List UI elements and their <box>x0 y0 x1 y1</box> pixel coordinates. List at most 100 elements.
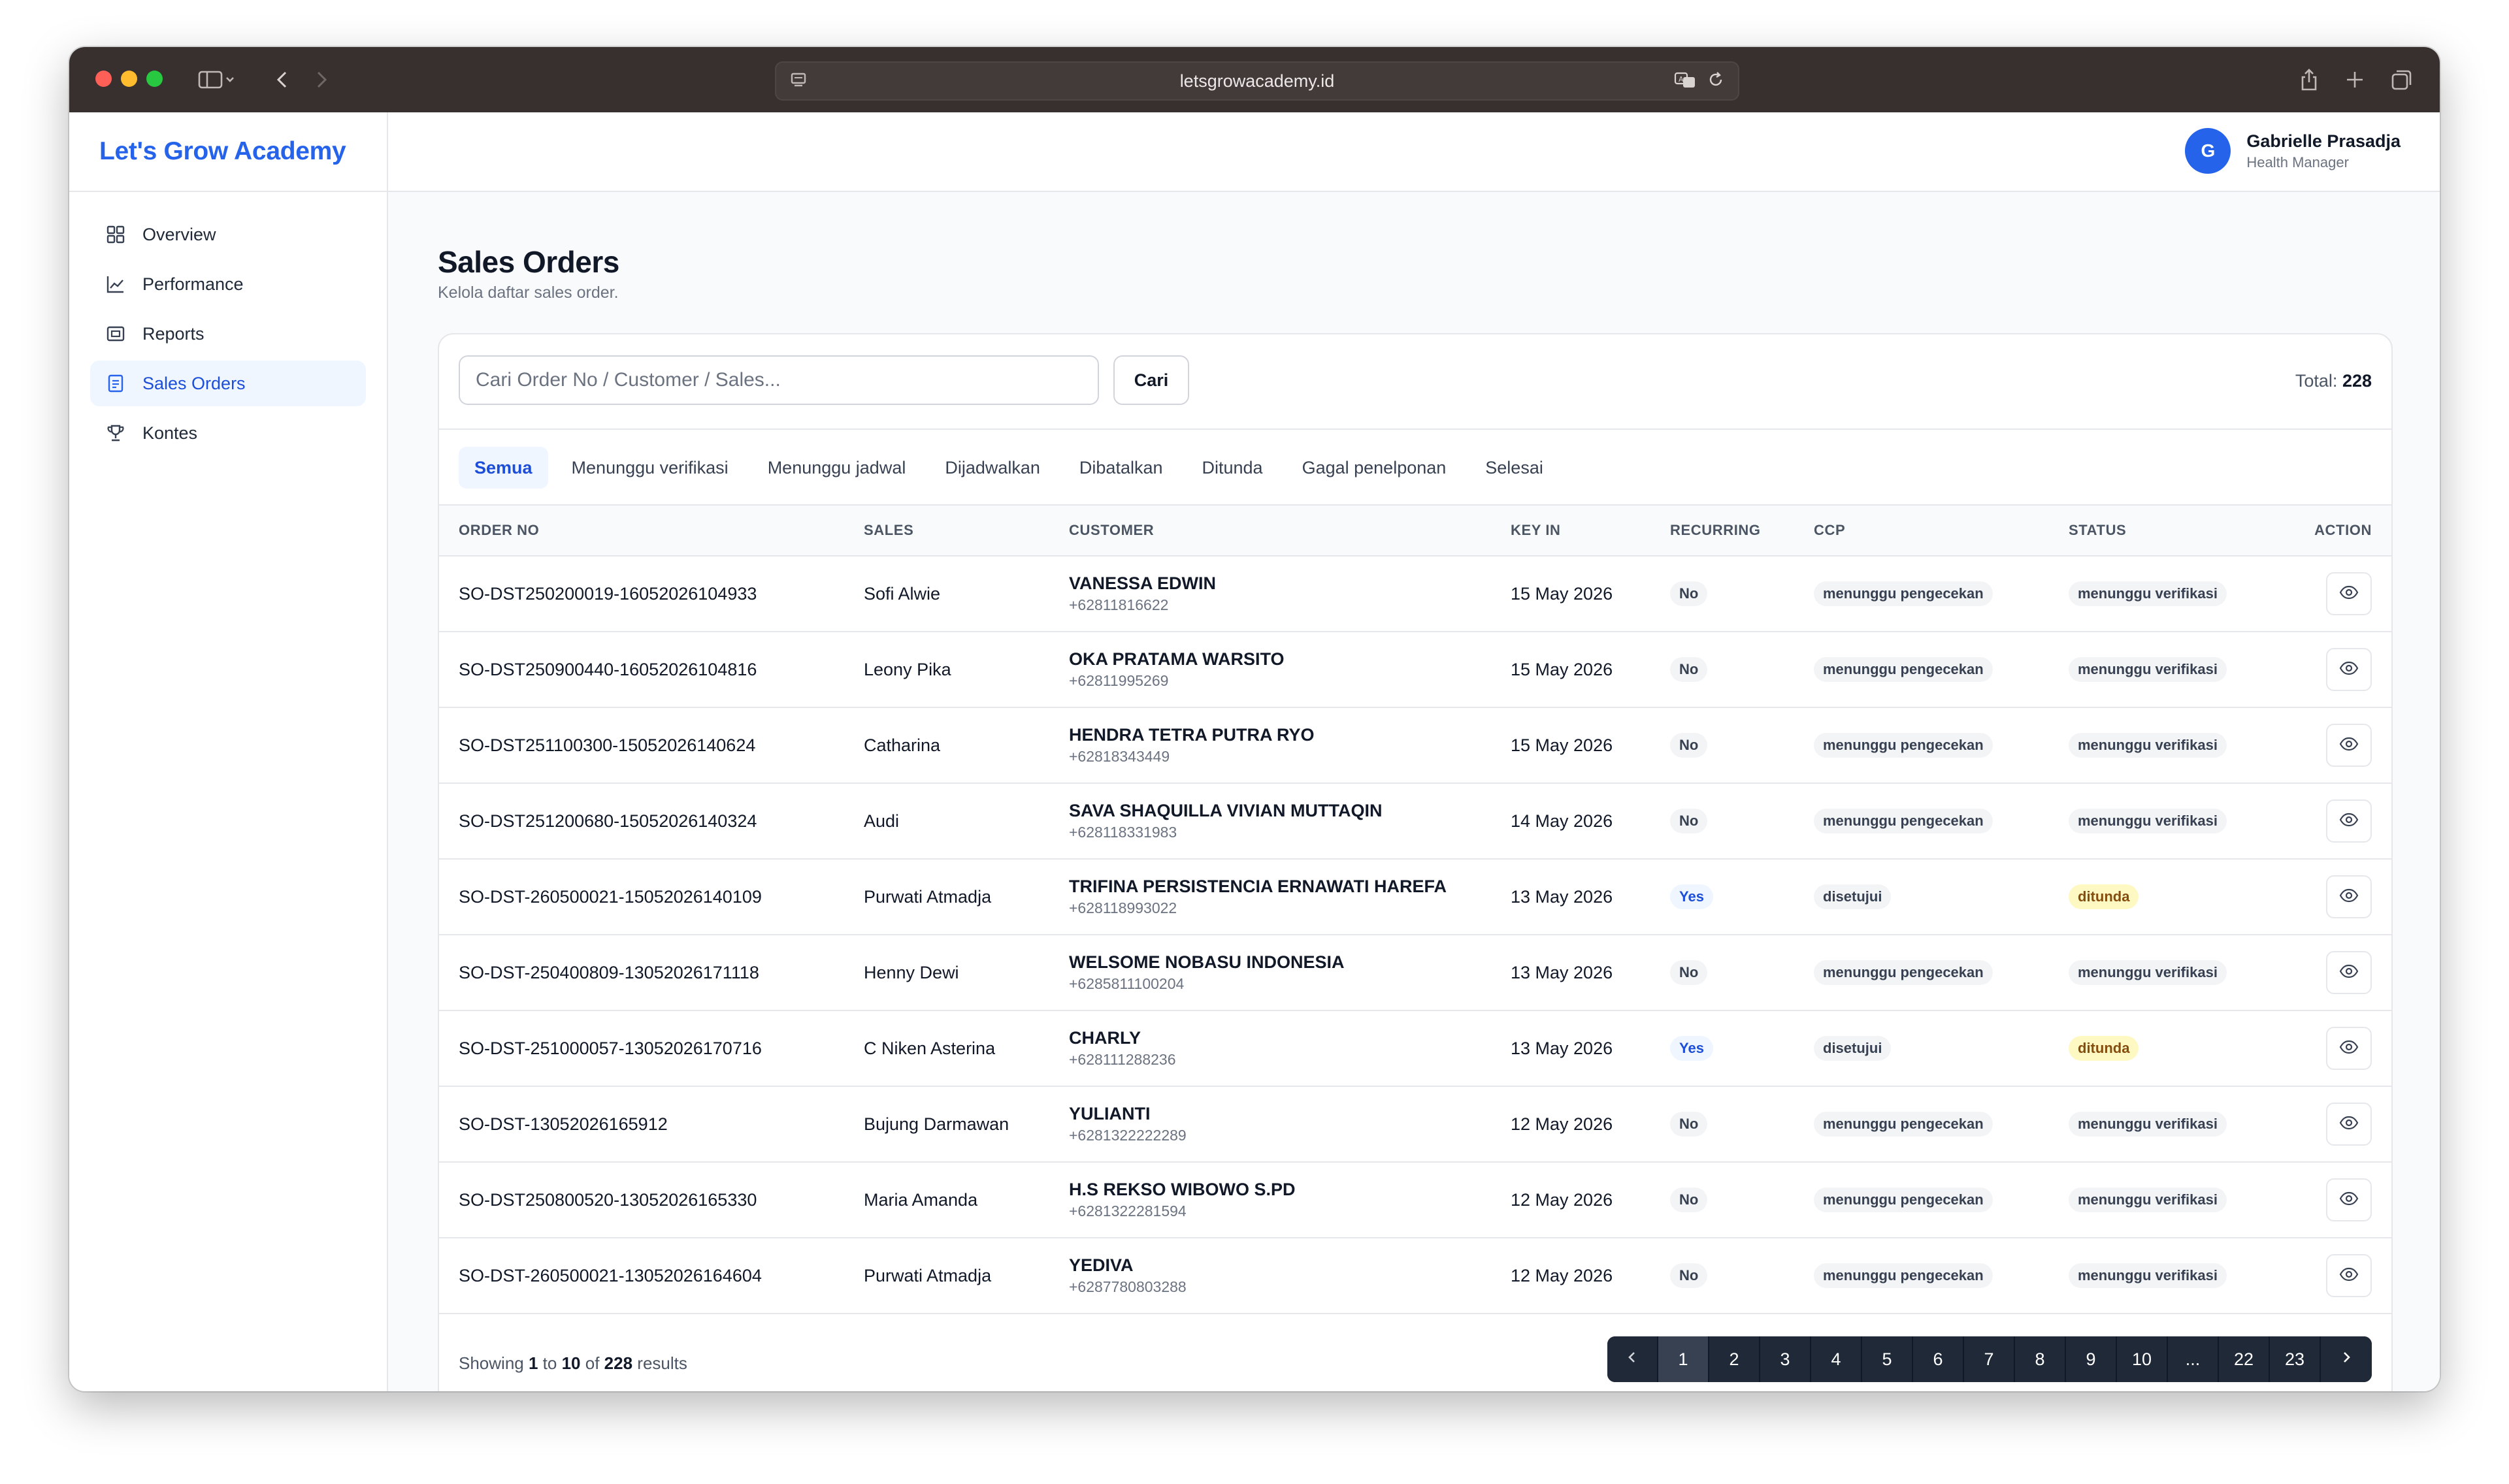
page-button-3[interactable]: 3 <box>1760 1336 1811 1382</box>
page-button-10[interactable]: 10 <box>2117 1336 2168 1382</box>
view-button[interactable] <box>2326 1254 2372 1297</box>
sidebar-item-label: Sales Orders <box>142 373 246 393</box>
table-row[interactable]: SO-DST250900440-16052026104816 Leony Pika… <box>439 632 2391 708</box>
customer-cell: TRIFINA PERSISTENCIA ERNAWATI HAREFA +628… <box>1069 859 1511 935</box>
trophy-icon <box>105 422 127 444</box>
table-row[interactable]: SO-DST250800520-13052026165330 Maria Aman… <box>439 1162 2391 1238</box>
translate-icon[interactable]: A <box>1674 71 1697 93</box>
table-row[interactable]: SO-DST-13052026165912 Bujung Darmawan YULI… <box>439 1086 2391 1163</box>
table-row[interactable]: SO-DST250200019-16052026104933 Sofi Alwie… <box>439 556 2391 632</box>
reload-icon[interactable] <box>1707 71 1725 93</box>
tab-menunggu-jadwal[interactable]: Menunggu jadwal <box>752 447 922 489</box>
sales-cell: Sofi Alwie <box>864 556 1069 632</box>
tab-semua[interactable]: Semua <box>459 447 548 489</box>
view-button[interactable] <box>2326 1103 2372 1146</box>
table-row[interactable]: SO-DST-250400809-13052026171118 Henny Dew… <box>439 935 2391 1011</box>
tab-ditunda[interactable]: Ditunda <box>1187 447 1279 489</box>
page-button-22[interactable]: 22 <box>2219 1336 2270 1382</box>
sales-orders-card: Cari Total: 228 SemuaMenunggu verifikasi… <box>438 333 2393 1391</box>
customer-cell: WELSOME NOBASU INDONESIA +6285811100204 <box>1069 935 1511 1011</box>
view-button[interactable] <box>2326 799 2372 843</box>
action-cell <box>2271 935 2391 1011</box>
table-row[interactable]: SO-DST-260500021-13052026164604 Purwati A… <box>439 1238 2391 1314</box>
tab-overview-icon[interactable] <box>2389 67 2415 93</box>
site-info-icon[interactable] <box>789 71 808 93</box>
page-button-2[interactable]: 2 <box>1709 1336 1760 1382</box>
view-button[interactable] <box>2326 572 2372 615</box>
view-button[interactable] <box>2326 875 2372 918</box>
brand-logo[interactable]: Let's Grow Academy <box>99 137 346 166</box>
sidebar-item-reports[interactable]: Reports <box>90 311 366 357</box>
minimize-window-button[interactable] <box>121 71 137 87</box>
sidebar-item-overview[interactable]: Overview <box>90 212 366 257</box>
table-row[interactable]: SO-DST251100300-15052026140624 Catharina H… <box>439 707 2391 784</box>
sidebar-item-kontes[interactable]: Kontes <box>90 410 366 456</box>
sidebar-item-label: Reports <box>142 323 205 344</box>
page-button-7[interactable]: 7 <box>1964 1336 2015 1382</box>
user-menu[interactable]: G Gabrielle Prasadja Health Manager <box>2185 128 2401 174</box>
sidebar-item-label: Performance <box>142 274 244 294</box>
page-button-4[interactable]: 4 <box>1811 1336 1862 1382</box>
avatar[interactable]: G <box>2185 128 2231 174</box>
browser-titlebar: letsgrowacademy.id A <box>69 47 2440 112</box>
page-button-5[interactable]: 5 <box>1862 1336 1913 1382</box>
sidebar-item-performance[interactable]: Performance <box>90 261 366 307</box>
tab-gagal-penelponan[interactable]: Gagal penelponan <box>1287 447 1462 489</box>
view-button[interactable] <box>2326 724 2372 767</box>
ccp-cell: menunggu pengecekan <box>1814 783 2069 860</box>
eye-icon <box>2339 584 2359 604</box>
next-page-button[interactable] <box>2321 1336 2372 1382</box>
table-row[interactable]: SO-DST-260500021-15052026140109 Purwati A… <box>439 859 2391 935</box>
customer-name: WELSOME NOBASU INDONESIA <box>1069 952 1345 972</box>
recurring-badge: No <box>1670 960 1708 985</box>
eye-icon <box>2339 1266 2359 1286</box>
view-button[interactable] <box>2326 1027 2372 1070</box>
sidebar-toggle-icon[interactable] <box>191 67 243 93</box>
maximize-window-button[interactable] <box>146 71 163 87</box>
ccp-badge: menunggu pengecekan <box>1814 1263 1993 1288</box>
view-button[interactable] <box>2326 648 2372 691</box>
tab-menunggu-verifikasi[interactable]: Menunggu verifikasi <box>556 447 744 489</box>
recurring-cell: No <box>1670 632 1814 708</box>
pagination-ellipsis: ... <box>2168 1336 2219 1382</box>
column-header-key-in: KEY IN <box>1511 506 1670 556</box>
showing-prefix: Showing <box>459 1353 524 1373</box>
recurring-cell: No <box>1670 1238 1814 1314</box>
window-controls <box>95 71 163 87</box>
page-button-9[interactable]: 9 <box>2066 1336 2117 1382</box>
ccp-badge: menunggu pengecekan <box>1814 733 1993 758</box>
tab-dibatalkan[interactable]: Dibatalkan <box>1064 447 1179 489</box>
order-no-cell: SO-DST251100300-15052026140624 <box>439 707 864 784</box>
eye-icon <box>2339 1114 2359 1135</box>
search-button[interactable]: Cari <box>1113 355 1189 405</box>
showing-results-word: results <box>637 1353 687 1373</box>
view-button[interactable] <box>2326 951 2372 994</box>
share-icon[interactable] <box>2296 67 2322 93</box>
prev-page-button[interactable] <box>1607 1336 1658 1382</box>
new-tab-icon[interactable] <box>2342 67 2368 93</box>
page-button-6[interactable]: 6 <box>1913 1336 1964 1382</box>
ccp-cell: menunggu pengecekan <box>1814 632 2069 708</box>
close-window-button[interactable] <box>95 71 112 87</box>
tab-selesai[interactable]: Selesai <box>1469 447 1559 489</box>
eye-icon <box>2339 660 2359 680</box>
page-button-8[interactable]: 8 <box>2015 1336 2066 1382</box>
search-input[interactable] <box>459 355 1099 405</box>
page-button-1[interactable]: 1 <box>1658 1336 1709 1382</box>
customer-phone: +6287780803288 <box>1069 1278 1187 1295</box>
page-button-23[interactable]: 23 <box>2270 1336 2321 1382</box>
back-icon[interactable] <box>269 67 295 93</box>
order-no-cell: SO-DST-260500021-13052026164604 <box>439 1238 864 1314</box>
action-cell <box>2271 1086 2391 1163</box>
top-header: G Gabrielle Prasadja Health Manager <box>388 112 2440 192</box>
sidebar-item-sales-orders[interactable]: Sales Orders <box>90 361 366 406</box>
customer-name: HENDRA TETRA PUTRA RYO <box>1069 725 1315 745</box>
forward-icon[interactable] <box>308 67 335 93</box>
address-bar[interactable]: letsgrowacademy.id A <box>775 61 1739 101</box>
table-row[interactable]: SO-DST-251000057-13052026170716 C Niken A… <box>439 1010 2391 1087</box>
view-button[interactable] <box>2326 1178 2372 1221</box>
tab-dijadwalkan[interactable]: Dijadwalkan <box>929 447 1056 489</box>
column-header-customer: CUSTOMER <box>1069 506 1511 556</box>
customer-phone: +62811995269 <box>1069 672 1169 689</box>
table-row[interactable]: SO-DST251200680-15052026140324 Audi SAVA S… <box>439 783 2391 860</box>
